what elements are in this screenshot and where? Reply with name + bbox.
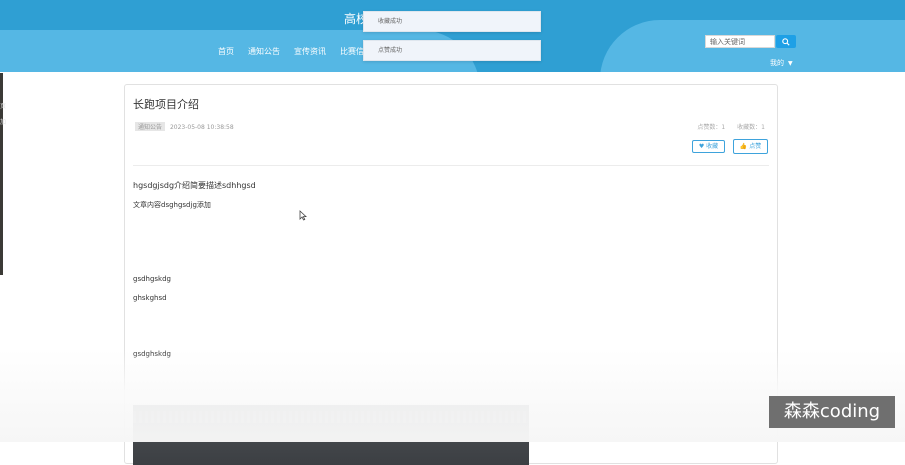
favorite-button-label: 收藏 [706,143,719,150]
article-paragraph-2: gsdhgskdg [133,275,172,283]
content-divider [133,165,769,166]
toast-favorite-success: 收藏成功 [363,11,541,32]
category-badge: 通知公告 [135,122,166,131]
thumbs-up-icon: 👍 [739,143,748,150]
toast-like-success: 点赞成功 [363,40,541,61]
article-title: 长跑项目介绍 [133,98,199,111]
mouse-cursor-icon [299,210,307,221]
left-edge-strip: 页 加 [0,73,7,275]
like-button-label: 点赞 [749,143,762,150]
watermark: 森森coding [769,396,895,428]
nav-item-home[interactable]: 首页 [218,46,234,57]
article-date: 2023-05-08 10:38:58 [169,124,234,131]
nav-item-news[interactable]: 宣传资讯 [294,46,326,57]
left-edge-text-1: 页 [0,103,7,110]
article-lead: hgsdgjsdg介绍简要描述sdhhgsd [133,181,256,190]
nav-item-notices[interactable]: 通知公告 [248,46,280,57]
left-edge-text-2: 加 [0,119,7,126]
chevron-down-icon: ▼ [788,60,793,67]
main-nav: 首页 通知公告 宣传资讯 比赛信息 [218,46,372,57]
favorite-count: 收藏数：1 [737,124,765,131]
heart-icon: ♥ [698,143,705,150]
my-account-menu[interactable]: 我的 ▼ [770,58,793,68]
article-paragraph-1: 文章内容dsghgsdjg添加 [133,201,211,209]
search-button[interactable] [776,35,796,48]
favorite-button[interactable]: ♥ 收藏 [692,140,725,153]
my-menu-label: 我的 [770,59,784,67]
article-counts: 点赞数：1 收藏数：1 [687,122,765,131]
article-meta: 通知公告 2023-05-08 10:38:58 [135,122,234,131]
search-input[interactable]: 输入关键词 [705,35,775,48]
like-button[interactable]: 👍 点赞 [733,139,768,154]
like-count: 点赞数：1 [697,124,726,131]
search-icon [782,38,790,46]
article-paragraph-3: ghskghsd [133,294,167,302]
